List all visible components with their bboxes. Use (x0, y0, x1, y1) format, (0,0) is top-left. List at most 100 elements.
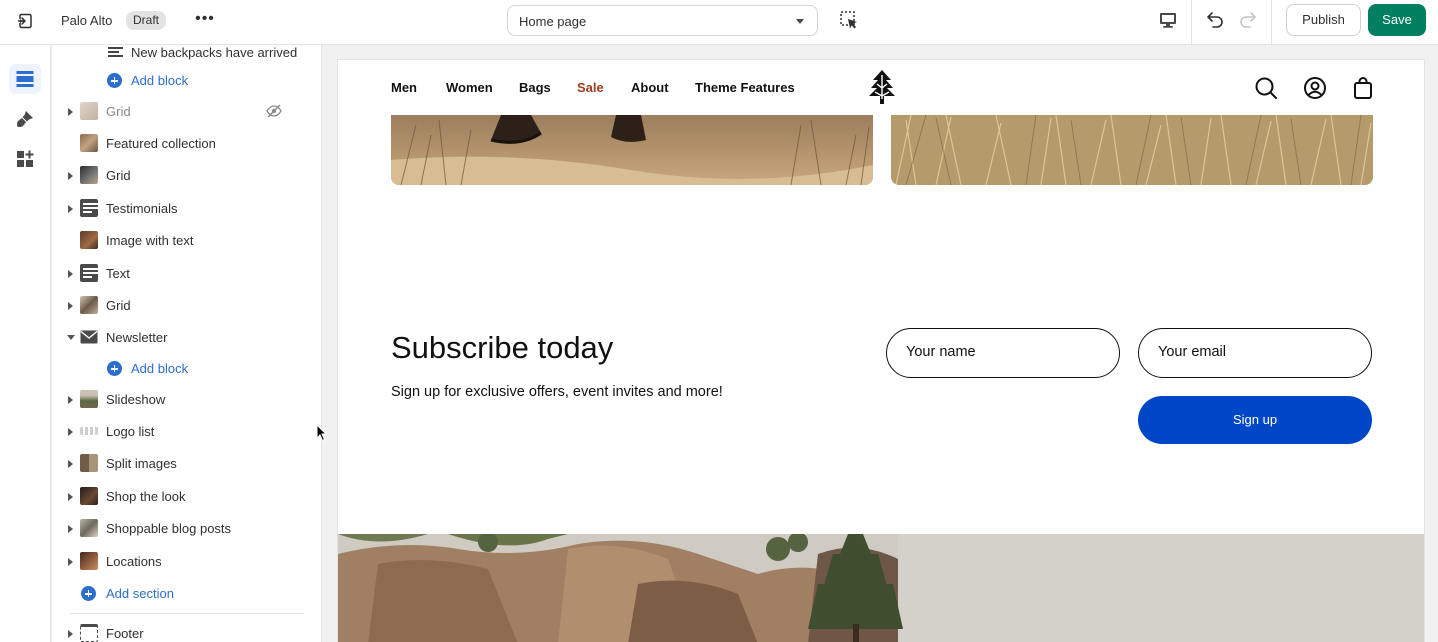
section-item-logo-list[interactable]: Logo list (52, 417, 321, 445)
exit-editor-button[interactable] (12, 10, 38, 32)
section-item-image-with-text[interactable]: Image with text (52, 226, 321, 254)
desktop-icon (1160, 13, 1176, 28)
chevron-right-icon[interactable] (68, 558, 73, 566)
grid-image-boots (391, 115, 873, 185)
logo-list-thumbnail-icon (80, 427, 98, 435)
slideshow-thumbnail-icon (80, 390, 98, 408)
text-lines-decoration (83, 268, 98, 280)
section-item-featured-collection[interactable]: Featured collection (52, 129, 321, 157)
section-item-grid[interactable]: Grid (52, 97, 321, 125)
chevron-right-icon[interactable] (68, 302, 73, 310)
canyon-rocks-image (338, 534, 1424, 642)
section-item-slideshow[interactable]: Slideshow (52, 385, 321, 413)
section-item-grid[interactable]: Grid (52, 291, 321, 319)
nav-link-sale[interactable]: Sale (577, 80, 604, 95)
desktop-view-button[interactable] (1155, 8, 1181, 32)
nav-link-about[interactable]: About (631, 80, 669, 95)
blog-posts-thumbnail-icon (80, 519, 98, 537)
section-label: Footer (106, 626, 144, 641)
more-actions-button[interactable]: ••• (194, 9, 216, 31)
add-circle-icon (107, 361, 122, 376)
section-item-shoppable-blog-posts[interactable]: Shoppable blog posts (52, 514, 321, 542)
section-item-split-images[interactable]: Split images (52, 449, 321, 477)
chevron-right-icon[interactable] (68, 630, 73, 638)
chevron-right-icon[interactable] (68, 172, 73, 180)
text-lines-decoration (83, 203, 98, 215)
sign-up-button[interactable]: Sign up (1138, 396, 1372, 444)
shopping-bag-icon[interactable] (1351, 76, 1375, 100)
chevron-down-icon (796, 19, 804, 24)
undo-button[interactable] (1203, 8, 1227, 32)
hiking-boots-image (391, 115, 873, 185)
chevron-right-icon[interactable] (68, 493, 73, 501)
image-with-text-thumbnail-icon (80, 231, 98, 249)
divider (70, 613, 304, 614)
store-preview: Men Women Bags Sale About Theme Features… (337, 59, 1425, 642)
section-label: Image with text (106, 233, 194, 248)
section-item-testimonials[interactable]: Testimonials (52, 194, 321, 222)
chevron-right-icon[interactable] (68, 108, 73, 116)
grid-thumbnail-icon (80, 296, 98, 314)
chevron-right-icon[interactable] (68, 428, 73, 436)
section-item-text[interactable]: Text (52, 259, 321, 287)
chevron-right-icon[interactable] (68, 525, 73, 533)
account-icon[interactable] (1303, 76, 1327, 100)
nav-link-theme-features[interactable]: Theme Features (695, 80, 795, 95)
section-label: Shoppable blog posts (106, 521, 232, 536)
nav-link-bags[interactable]: Bags (519, 80, 551, 95)
add-block-button[interactable]: Add block (52, 66, 321, 94)
redo-button[interactable] (1236, 8, 1260, 32)
add-section-label: Add section (106, 586, 174, 601)
inspector-button[interactable] (837, 8, 861, 32)
store-name: Palo Alto (61, 13, 113, 28)
add-circle-icon (81, 586, 96, 601)
shop-the-look-thumbnail-icon (80, 487, 98, 505)
envelope-icon (80, 330, 98, 344)
chevron-right-icon[interactable] (68, 270, 73, 278)
chevron-right-icon[interactable] (68, 396, 73, 404)
chevron-right-icon[interactable] (68, 205, 73, 213)
theme-settings-tab[interactable] (9, 104, 41, 134)
pine-tree-logo-icon[interactable] (866, 69, 898, 105)
inspector-cursor-icon (840, 11, 857, 29)
section-label: Slideshow (106, 392, 166, 407)
newsletter-title: Subscribe today (391, 330, 614, 365)
section-item-shop-the-look[interactable]: Shop the look (52, 482, 321, 510)
sections-tab[interactable] (9, 64, 41, 94)
nav-link-women[interactable]: Women (446, 80, 493, 95)
page-selector[interactable]: Home page (507, 5, 818, 36)
redo-icon (1240, 12, 1256, 28)
chevron-down-icon[interactable] (67, 335, 75, 340)
publish-button[interactable]: Publish (1286, 4, 1361, 36)
section-item-locations[interactable]: Locations (52, 547, 321, 575)
status-badge: Draft (126, 11, 167, 30)
section-item-footer[interactable]: Footer (52, 619, 321, 642)
section-label: Grid (106, 168, 131, 183)
top-bar: Palo Alto Draft ••• Home page Publish Sa… (0, 0, 1438, 45)
email-field[interactable]: Your email (1138, 328, 1372, 378)
featured-collection-thumbnail-icon (80, 134, 98, 152)
add-block-button[interactable]: Add block (52, 354, 321, 382)
add-circle-icon (107, 73, 122, 88)
section-tree: New backpacks have arrived Add block Gri… (52, 45, 322, 642)
locations-thumbnail-icon (80, 552, 98, 570)
undo-icon (1207, 12, 1223, 28)
left-rail (0, 45, 51, 642)
eye-off-icon[interactable] (266, 103, 282, 119)
grid-thumbnail-icon (80, 166, 98, 184)
nav-link-men[interactable]: Men (391, 80, 417, 95)
section-item-grid[interactable]: Grid (52, 161, 321, 189)
add-block-label: Add block (131, 73, 189, 88)
name-field[interactable]: Your name (886, 328, 1120, 378)
section-label: Testimonials (106, 201, 178, 216)
section-label: Text (106, 266, 130, 281)
block-item[interactable]: New backpacks have arrived (52, 45, 321, 66)
divider (1271, 0, 1272, 45)
apps-tab[interactable] (9, 144, 41, 174)
chevron-right-icon[interactable] (68, 460, 73, 468)
section-item-newsletter[interactable]: Newsletter (52, 323, 321, 351)
save-button[interactable]: Save (1368, 4, 1426, 36)
search-icon[interactable] (1254, 76, 1278, 100)
add-block-label: Add block (131, 361, 189, 376)
add-section-button[interactable]: Add section (52, 579, 321, 607)
